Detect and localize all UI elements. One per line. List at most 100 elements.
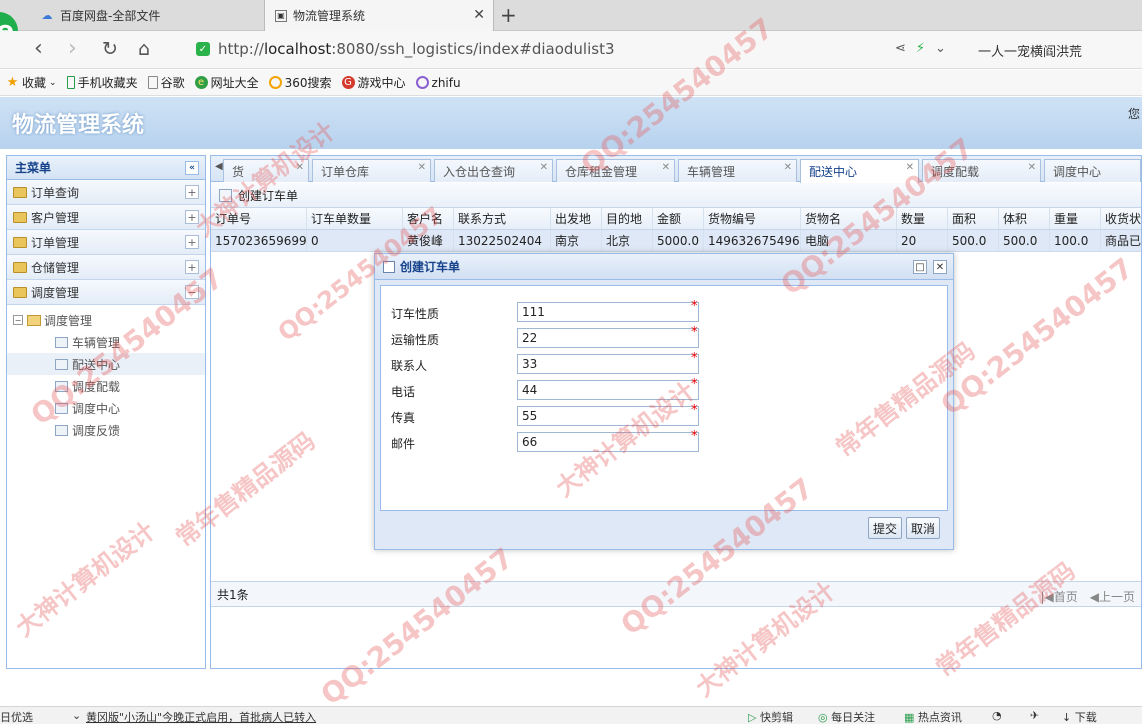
lightning-icon[interactable]: ⚡ [916,41,925,56]
tab-goods[interactable]: 货 ✕ [223,159,309,182]
status-item-download[interactable]: ↓ 下载 [1062,709,1097,724]
close-icon[interactable]: ✕ [418,162,426,173]
column-header[interactable]: 出发地 [551,208,602,229]
bookmark-hao[interactable]: e 网址大全 [194,74,259,91]
status-item-news[interactable]: ▦ 热点资讯 [904,709,962,724]
search-hint[interactable]: 一人一宠横阎洪荒 [978,41,1082,60]
status-item-daily[interactable]: ◎ 每日关注 [818,709,875,724]
cancel-button[interactable]: 取消 [905,517,940,539]
expand-icon[interactable]: + [185,210,199,224]
address-bar[interactable]: ✓ http://localhost:8080/ssh_logistics/in… [196,40,615,58]
column-header[interactable]: 货物编号 [704,208,801,229]
close-icon[interactable]: ✕ [784,162,792,173]
sidebar-section-warehouse[interactable]: 仓储管理 + [7,255,205,280]
order-nature-input[interactable] [517,302,699,322]
fax-input[interactable] [517,406,699,426]
screen: e ☁ 百度网盘-全部文件 ▣ 物流管理系统 ✕ + ‹ › ↻ ⌂ ✓ htt… [0,0,1142,724]
column-header[interactable]: 订单号 [211,208,307,229]
pin-icon[interactable]: ✈ [1030,709,1039,722]
expand-icon[interactable]: + [185,235,199,249]
browser-tab-baidu[interactable]: ☁ 百度网盘-全部文件 [30,0,262,31]
column-header[interactable]: 体积 [999,208,1050,229]
tab-dispatch-center[interactable]: 调度中心 [1044,159,1141,182]
column-header[interactable]: 货物名 [801,208,897,229]
grid-header: 订单号 订车单数量 客户名 联系方式 出发地 目的地 金额 货物编号 货物名 数… [211,208,1141,230]
prev-page-button[interactable]: ◀上一页 [1090,588,1135,605]
tree-toggle-icon[interactable]: − [13,315,23,325]
sidebar-section-order-manage[interactable]: 订单管理 + [7,230,205,255]
maximize-icon[interactable]: □ [913,260,927,274]
email-input[interactable] [517,432,699,452]
tab-order-warehouse[interactable]: 订单仓库 ✕ [312,159,431,182]
tab-load[interactable]: 调度配载 ✕ [922,159,1041,182]
column-header[interactable]: 收货状 [1101,208,1141,229]
tab-scroll-left-icon[interactable]: ◀ [215,161,223,172]
status-left[interactable]: 日优选 [0,709,33,724]
sidebar-section-customer[interactable]: 客户管理 + [7,205,205,230]
forward-icon[interactable]: › [68,37,77,61]
tree-item-load[interactable]: 调度配载 [7,375,205,397]
new-tab-icon[interactable]: + [500,3,517,27]
bookmark-favorites[interactable]: ★ 收藏 ⌄ [6,74,57,91]
tree-item-vehicle[interactable]: 车辆管理 [7,331,205,353]
bookmark-mobile[interactable]: 手机收藏夹 [66,74,138,91]
close-icon[interactable]: ✕ [296,162,304,173]
sidebar-section-order-query[interactable]: 订单查询 + [7,180,205,205]
column-header[interactable]: 数量 [897,208,948,229]
status-item-video[interactable]: ▷ 快剪辑 [748,709,793,724]
expand-icon[interactable]: + [185,185,199,199]
column-header[interactable]: 金额 [653,208,704,229]
section-label: 仓储管理 [31,260,80,275]
transport-nature-input[interactable] [517,328,699,348]
speed-icon[interactable]: ◔ [992,709,1002,722]
expand-icon[interactable]: + [185,260,199,274]
collapse-icon[interactable]: « [185,161,199,175]
tree-item-label: 调度配载 [72,379,121,394]
tab-vehicle[interactable]: 车辆管理 ✕ [678,159,797,182]
close-icon[interactable]: ✕ [906,162,914,173]
home-icon[interactable]: ⌂ [138,37,150,61]
tree-item-feedback[interactable]: 调度反馈 [7,419,205,441]
refresh-icon[interactable]: ↻ [102,37,118,61]
required-marker: * [691,325,698,340]
back-icon[interactable]: ‹ [34,37,43,61]
tab-delivery-center[interactable]: 配送中心 ✕ [800,159,919,183]
close-icon[interactable]: ✕ [540,162,548,173]
tab-rent[interactable]: 仓库租金管理 ✕ [556,159,675,182]
news-ticker[interactable]: 黄冈版"小汤山"今晚正式启用，首批病人已转入 [86,709,316,724]
column-header[interactable]: 重量 [1050,208,1101,229]
column-header[interactable]: 客户名 [403,208,454,229]
collapse-section-icon[interactable]: − [185,285,199,299]
first-page-icon: |◀ [1040,590,1054,604]
close-icon[interactable]: ✕ [662,162,670,173]
contact-input[interactable] [517,354,699,374]
column-header[interactable]: 订车单数量 [307,208,403,229]
first-page-button[interactable]: |◀首页 [1040,588,1077,605]
close-icon[interactable]: ✕ [933,260,947,274]
column-header[interactable]: 面积 [948,208,999,229]
tree-item-dispatch-center[interactable]: 调度中心 [7,397,205,419]
bookmark-games[interactable]: G 游戏中心 [341,74,406,91]
tab-inout-query[interactable]: 入仓出仓查询 ✕ [434,159,553,182]
phone-input[interactable] [517,380,699,400]
column-header[interactable]: 目的地 [602,208,653,229]
bookmark-google[interactable]: 谷歌 [147,74,185,91]
create-order-button[interactable]: 创建订车单 [238,187,298,204]
field-phone: 电话 * [391,377,721,400]
tree-root[interactable]: − 调度管理 [7,309,205,331]
table-row[interactable]: 1570236596994 0 黄俊峰 13022502404 南京 北京 50… [211,230,1141,252]
chevron-down-icon[interactable]: ⌄ [72,709,81,722]
sidebar-section-dispatch[interactable]: 调度管理 − [7,280,205,305]
tree-item-delivery-center[interactable]: 配送中心 [7,353,205,375]
close-icon[interactable]: ✕ [473,7,485,23]
share-icon[interactable]: ⋖ [895,41,906,56]
close-icon[interactable]: ✕ [1028,162,1036,173]
browser-tab-logistics[interactable]: ▣ 物流管理系统 ✕ [264,0,494,31]
bookmark-360[interactable]: 360搜索 [268,74,332,91]
folder-icon [13,186,27,198]
chevron-down-icon[interactable]: ⌄ [935,41,946,56]
submit-button[interactable]: 提交 [867,517,902,539]
table-cell: 100.0 [1050,230,1101,251]
column-header[interactable]: 联系方式 [454,208,551,229]
bookmark-zhifu[interactable]: zhifu [415,76,461,90]
